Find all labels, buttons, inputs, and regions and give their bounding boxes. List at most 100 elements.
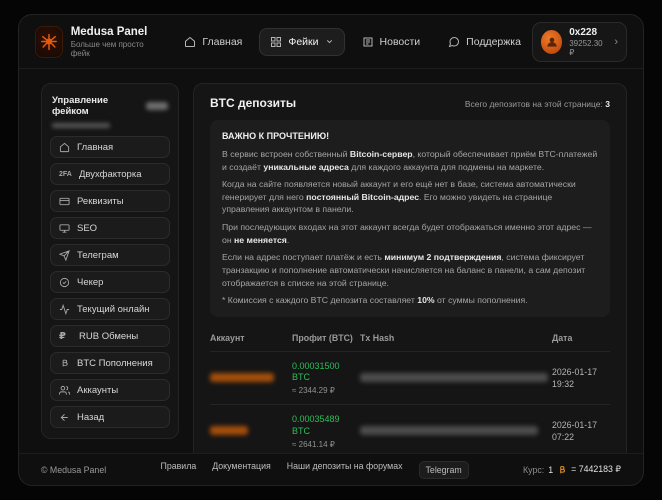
home-icon: [59, 142, 70, 153]
brand-title: Medusa Panel: [71, 26, 152, 38]
grid-icon: [270, 36, 282, 48]
column-header-account: Аккаунт: [210, 333, 288, 343]
topbar: Medusa Panel Больше чем просто фейк Глав…: [19, 15, 643, 69]
txhash-redacted: [360, 373, 548, 382]
sidebar-item-online[interactable]: Текущий онлайн: [50, 298, 170, 320]
sidebar-item-label: SEO: [77, 223, 97, 234]
user-info: 0x228 39252.30 ₽: [569, 27, 605, 57]
sidebar-item-rub-exchanges[interactable]: ₽ RUB Обмены: [50, 325, 170, 347]
monitor-icon: [59, 223, 70, 234]
fake-subtitle-redacted: [52, 123, 110, 128]
copyright: © Medusa Panel: [41, 465, 106, 475]
brand[interactable]: Medusa Panel Больше чем просто фейк: [35, 26, 151, 58]
txhash-redacted: [360, 426, 538, 435]
rate-label: Курс:: [523, 465, 544, 475]
sidebar-item-2fa[interactable]: 2FA Двухфакторка: [50, 163, 170, 185]
column-header-date: Дата: [552, 333, 610, 343]
sidebar-item-label: Реквизиты: [77, 196, 124, 207]
sidebar-item-btc-deposits[interactable]: BTC Пополнения: [50, 352, 170, 374]
btc-unit: BTC: [292, 372, 356, 384]
nav-item-support[interactable]: Поддержка: [437, 28, 532, 56]
sidebar-item-checker[interactable]: Чекер: [50, 271, 170, 293]
notice-paragraph: * Комиссия с каждого BTC депозита состав…: [222, 294, 598, 307]
sidebar-item-accounts[interactable]: Аккаунты: [50, 379, 170, 401]
rate-value: = 7442183 ₽: [571, 464, 621, 475]
rub-equivalent: ≈ 2344.29 ₽: [292, 386, 356, 395]
home-icon: [184, 36, 196, 48]
notice-paragraph: Если на адрес поступает платёж и есть ми…: [222, 251, 598, 289]
nav-item-label: Фейки: [288, 36, 318, 48]
deposits-count: Всего депозитов на этой странице: 3: [465, 99, 610, 109]
fake-name-redacted: [146, 102, 168, 110]
deposits-table: Аккаунт Профит (BTC) Tx Hash Дата 0.0003…: [210, 329, 610, 453]
rub-equivalent: ≈ 2641.14 ₽: [292, 440, 356, 449]
sidebar-item-label: Назад: [77, 412, 104, 423]
nav-item-label: Поддержка: [466, 36, 521, 48]
sidebar: Управление фейком Главная 2FA Двухфактор…: [41, 83, 179, 439]
date-cell: 2026-01-17 07:22: [552, 419, 610, 444]
nav-item-news[interactable]: Новости: [351, 28, 432, 56]
news-icon: [362, 36, 374, 48]
date-cell: 2026-01-17 19:32: [552, 366, 610, 391]
deposit-time: 07:22: [552, 431, 610, 443]
sidebar-item-label: Двухфакторка: [79, 169, 142, 180]
sidebar-item-label: Аккаунты: [77, 385, 118, 396]
medusa-logo-icon: [35, 26, 63, 58]
card-icon: [59, 196, 70, 207]
account-name-redacted: [210, 426, 248, 435]
footer-link-rules[interactable]: Правила: [161, 461, 197, 479]
footer-link-telegram[interactable]: Telegram: [419, 461, 469, 479]
activity-icon: [59, 304, 70, 315]
btc-deposits-panel: BTC депозиты Всего депозитов на этой стр…: [193, 83, 627, 453]
profit-cell: 0.00035489 BTC ≈ 2641.14 ₽: [292, 414, 356, 448]
table-header-row: Аккаунт Профит (BTC) Tx Hash Дата: [210, 329, 610, 351]
sidebar-item-label: Главная: [77, 142, 113, 153]
footer-links: Правила Документация Наши депозиты на фо…: [161, 461, 469, 479]
footer-link-forums[interactable]: Наши депозиты на форумах: [287, 461, 403, 479]
nav-item-label: Новости: [380, 36, 421, 48]
user-name: 0x228: [569, 27, 605, 38]
nav-item-fakes[interactable]: Фейки: [259, 28, 344, 56]
sidebar-item-label: Телеграм: [77, 250, 119, 261]
2fa-icon: 2FA: [59, 171, 72, 178]
app-window: Medusa Panel Больше чем просто фейк Глав…: [18, 14, 644, 486]
user-menu[interactable]: 0x228 39252.30 ₽ ›: [532, 22, 627, 62]
column-header-txhash: Tx Hash: [360, 333, 548, 343]
table-row: 0.00035489 BTC ≈ 2641.14 ₽ 2026-01-17 07…: [210, 404, 610, 453]
sidebar-item-label: Чекер: [77, 277, 103, 288]
panel-header: BTC депозиты Всего депозитов на этой стр…: [210, 96, 610, 110]
sidebar-title-text: Управление фейком: [52, 95, 141, 117]
notice-paragraph: Когда на сайте появляется новый аккаунт …: [222, 178, 598, 216]
sidebar-item-label: RUB Обмены: [79, 331, 138, 342]
rate-amount: 1: [548, 465, 553, 475]
deposit-time: 19:32: [552, 378, 610, 390]
sidebar-item-requisites[interactable]: Реквизиты: [50, 190, 170, 212]
sidebar-item-telegram[interactable]: Телеграм: [50, 244, 170, 266]
ruble-icon: ₽: [59, 331, 72, 342]
footer: © Medusa Panel Правила Документация Наши…: [19, 453, 643, 485]
btc-unit: BTC: [292, 426, 356, 438]
bitcoin-icon: [59, 358, 70, 369]
brand-text: Medusa Panel Больше чем просто фейк: [71, 26, 152, 58]
sidebar-item-seo[interactable]: SEO: [50, 217, 170, 239]
nav-item-label: Главная: [202, 36, 242, 48]
bitcoin-icon: [557, 465, 567, 475]
nav-item-home[interactable]: Главная: [173, 28, 253, 56]
btc-amount: 0.00031500: [292, 361, 356, 373]
chevron-down-icon: [325, 37, 334, 46]
telegram-icon: [59, 250, 70, 261]
sidebar-item-back[interactable]: Назад: [50, 406, 170, 428]
check-circle-icon: [59, 277, 70, 288]
sidebar-item-label: BTC Пополнения: [77, 358, 153, 369]
deposit-date: 2026-01-17: [552, 366, 610, 378]
top-navigation: Главная Фейки Новости Поддержка: [173, 28, 532, 56]
footer-link-docs[interactable]: Документация: [212, 461, 271, 479]
users-icon: [59, 385, 70, 396]
exchange-rate: Курс: 1 = 7442183 ₽: [523, 464, 621, 475]
chevron-right-icon: ›: [612, 36, 618, 48]
account-name-redacted: [210, 373, 274, 382]
notice-heading: ВАЖНО К ПРОЧТЕНИЮ!: [222, 130, 598, 143]
sidebar-title: Управление фейком: [50, 93, 170, 117]
sidebar-item-main[interactable]: Главная: [50, 136, 170, 158]
content-area: Управление фейком Главная 2FA Двухфактор…: [19, 69, 643, 453]
